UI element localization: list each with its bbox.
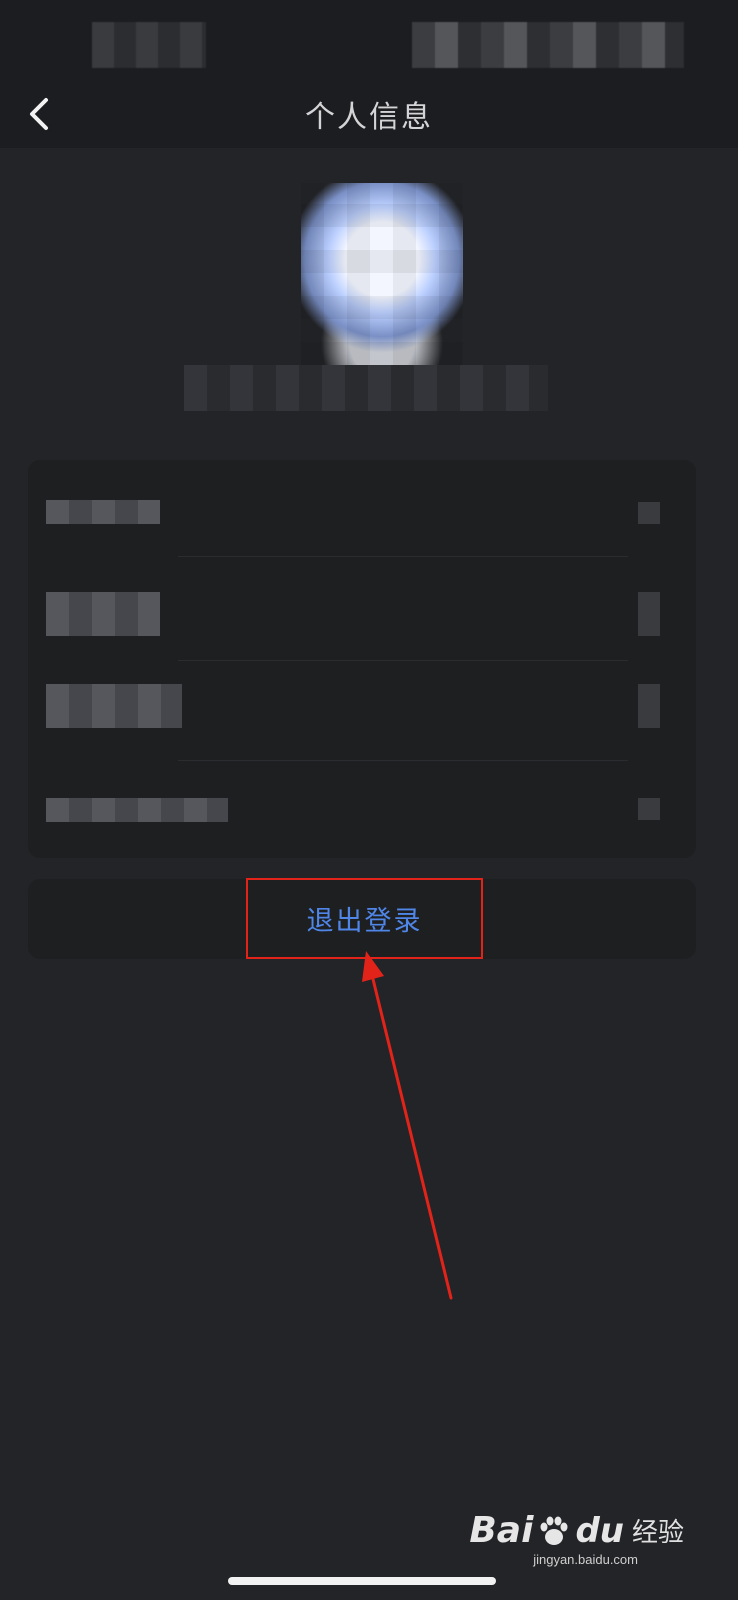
chevron-right-icon <box>638 684 660 728</box>
watermark-brand-right: du <box>575 1510 624 1551</box>
info-row-label-blurred <box>46 684 182 728</box>
divider <box>178 760 628 761</box>
info-row-1[interactable] <box>28 472 696 564</box>
info-row-3[interactable] <box>28 656 696 748</box>
info-row-label-blurred <box>46 500 160 524</box>
logout-button[interactable]: 退出登录 <box>246 878 483 959</box>
watermark-url: jingyan.baidu.com <box>533 1552 638 1567</box>
chevron-right-icon <box>638 798 660 820</box>
page-title: 个人信息 <box>305 100 433 135</box>
info-card <box>28 460 696 858</box>
user-name-blurred <box>184 365 548 411</box>
avatar[interactable] <box>301 183 463 365</box>
info-row-2[interactable] <box>28 564 696 656</box>
info-row-4[interactable] <box>28 764 696 856</box>
baidu-jingyan-watermark: Bai du 经验 <box>469 1510 684 1551</box>
divider <box>178 556 628 557</box>
avatar-pixelation <box>301 183 463 365</box>
status-bar <box>0 0 738 82</box>
navigation-bar: 个人信息 <box>0 82 738 148</box>
watermark-brand-left: Bai <box>469 1510 534 1551</box>
personal-info-screen: 个人信息 退出登录 Bai du 经验 jingyan.baidu.com <box>0 0 738 1600</box>
paw-icon <box>540 1516 568 1545</box>
status-time-blurred <box>92 22 206 68</box>
watermark-product: 经验 <box>631 1518 684 1548</box>
home-indicator[interactable] <box>228 1577 496 1585</box>
info-row-label-blurred <box>46 798 228 822</box>
chevron-right-icon <box>638 592 660 636</box>
info-row-label-blurred <box>46 592 160 636</box>
chevron-right-icon <box>638 502 660 524</box>
status-icons-blurred <box>412 22 684 68</box>
